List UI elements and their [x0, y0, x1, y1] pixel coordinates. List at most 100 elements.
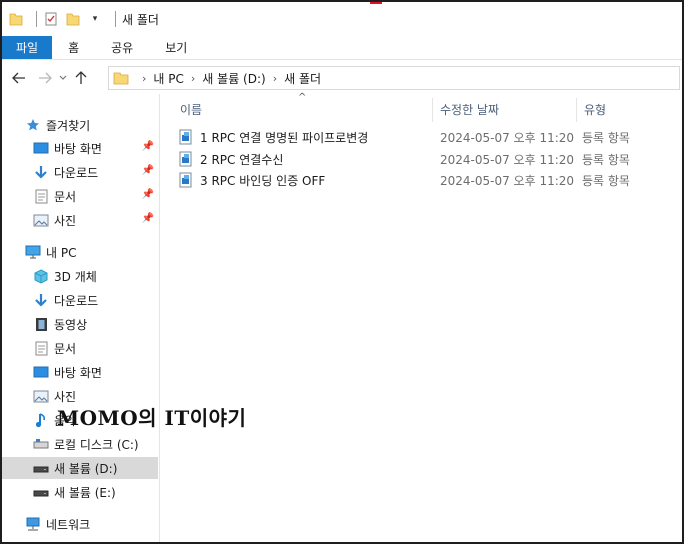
- folder-icon: [113, 71, 129, 85]
- file-row[interactable]: 1 RPC 연결 명명된 파이프로변경 2024-05-07 오후 11:20 …: [176, 127, 666, 148]
- column-divider[interactable]: [576, 98, 577, 122]
- forward-arrow-icon[interactable]: [34, 67, 56, 89]
- nav-local-disk-c[interactable]: 로컬 디스크 (C:): [2, 433, 158, 455]
- nav-quick-access[interactable]: 즐겨찾기: [2, 114, 158, 136]
- file-type: 등록 항목: [582, 174, 630, 188]
- nav-label: 사진: [54, 213, 77, 228]
- nav-label: 새 볼륨 (E:): [54, 485, 116, 500]
- breadcrumb-volume-d[interactable]: 새 볼륨 (D:): [202, 70, 265, 87]
- nav-label: 로컬 디스크 (C:): [54, 437, 139, 452]
- breadcrumb-this-pc[interactable]: 내 PC: [153, 70, 183, 87]
- navigation-pane: 즐겨찾기 바탕 화면 📌 다운로드 📌 문서 📌 사진 📌 내 PC 3D 개체…: [2, 94, 160, 542]
- nav-label: 바탕 화면: [54, 365, 102, 380]
- document-icon: [32, 188, 50, 204]
- title-separator-2: [115, 11, 116, 27]
- file-modified: 2024-05-07 오후 11:20: [440, 131, 575, 145]
- registry-file-icon: [178, 151, 194, 167]
- pictures-icon: [32, 212, 50, 228]
- pin-icon[interactable]: 📌: [142, 213, 154, 224]
- chevron-right-icon[interactable]: ›: [273, 72, 277, 85]
- nav-documents[interactable]: 문서: [2, 337, 158, 359]
- file-name: 2 RPC 연결수신: [200, 153, 284, 167]
- up-arrow-icon[interactable]: [70, 67, 92, 89]
- file-modified: 2024-05-07 오후 11:20: [440, 153, 575, 167]
- pin-icon[interactable]: 📌: [142, 189, 154, 200]
- recent-locations-icon[interactable]: [56, 67, 70, 89]
- column-header-modified[interactable]: 수정한 날짜: [440, 98, 576, 120]
- document-icon: [32, 340, 50, 356]
- tab-home[interactable]: 홈: [52, 36, 95, 59]
- nav-label: 3D 개체: [54, 269, 97, 284]
- breadcrumb-new-folder[interactable]: 새 폴더: [284, 70, 321, 87]
- file-modified: 2024-05-07 오후 11:20: [440, 174, 575, 188]
- nav-volume-e[interactable]: 새 볼륨 (E:): [2, 481, 158, 503]
- tab-share[interactable]: 공유: [95, 36, 149, 59]
- navigation-bar: › 내 PC › 새 볼륨 (D:) › 새 폴더: [2, 64, 682, 92]
- pin-icon[interactable]: 📌: [142, 141, 154, 152]
- music-note-icon: [32, 412, 50, 428]
- address-bar[interactable]: › 내 PC › 새 볼륨 (D:) › 새 폴더: [108, 66, 680, 90]
- nav-downloads[interactable]: 다운로드: [2, 289, 158, 311]
- tab-view[interactable]: 보기: [149, 36, 203, 59]
- registry-file-icon: [178, 129, 194, 145]
- title-bar: ▾ 새 폴더: [2, 2, 682, 36]
- chevron-right-icon[interactable]: ›: [191, 72, 195, 85]
- computer-icon: [24, 244, 42, 260]
- watermark-text: MOMO의 IT이야기: [57, 406, 247, 430]
- download-icon: [32, 292, 50, 308]
- title-separator: [36, 11, 37, 27]
- nav-label: 동영상: [54, 317, 88, 332]
- nav-label: 다운로드: [54, 165, 99, 180]
- chevron-right-icon[interactable]: ›: [142, 72, 146, 85]
- file-name: 3 RPC 바인딩 인증 OFF: [200, 174, 326, 188]
- file-row[interactable]: 2 RPC 연결수신 2024-05-07 오후 11:20 등록 항목: [176, 149, 666, 170]
- nav-this-pc-label: 내 PC: [46, 245, 77, 260]
- file-row[interactable]: 3 RPC 바인딩 인증 OFF 2024-05-07 오후 11:20 등록 …: [176, 170, 666, 191]
- column-divider[interactable]: [432, 98, 433, 122]
- file-list: ^ 이름 수정한 날짜 유형 1 RPC 연결 명명된 파이프로변경 2024-…: [162, 92, 682, 542]
- drive-icon: [32, 484, 50, 500]
- column-header-type[interactable]: 유형: [584, 98, 674, 120]
- nav-network[interactable]: 네트워크: [2, 513, 158, 535]
- nav-network-label: 네트워크: [46, 517, 91, 532]
- cube-icon: [32, 268, 50, 284]
- nav-label: 문서: [54, 341, 77, 356]
- tab-file[interactable]: 파일: [2, 36, 53, 59]
- nav-desktop[interactable]: 바탕 화면: [2, 361, 158, 383]
- nav-quick-pictures[interactable]: 사진 📌: [2, 209, 158, 231]
- star-icon: [24, 117, 42, 133]
- nav-volume-d[interactable]: 새 볼륨 (D:): [2, 457, 158, 479]
- nav-quick-access-label: 즐겨찾기: [46, 118, 91, 133]
- back-arrow-icon[interactable]: [8, 67, 30, 89]
- nav-quick-documents[interactable]: 문서 📌: [2, 185, 158, 207]
- registry-file-icon: [178, 172, 194, 188]
- nav-label: 다운로드: [54, 293, 99, 308]
- nav-videos[interactable]: 동영상: [2, 313, 158, 335]
- nav-3d-objects[interactable]: 3D 개체: [2, 265, 158, 287]
- quick-access-dropdown-icon[interactable]: ▾: [87, 11, 103, 27]
- folder-icon: [8, 11, 24, 27]
- file-type: 등록 항목: [582, 153, 630, 167]
- file-name: 1 RPC 연결 명명된 파이프로변경: [200, 131, 369, 145]
- download-icon: [32, 164, 50, 180]
- nav-quick-desktop[interactable]: 바탕 화면 📌: [2, 137, 158, 159]
- new-folder-icon[interactable]: [65, 11, 81, 27]
- pin-icon[interactable]: 📌: [142, 165, 154, 176]
- file-type: 등록 항목: [582, 131, 630, 145]
- properties-icon[interactable]: [43, 11, 59, 27]
- column-header-name[interactable]: 이름: [180, 98, 432, 120]
- explorer-window: ▾ 새 폴더 파일 홈 공유 보기 › 내 PC › 새 볼륨 (D:) › 새…: [0, 0, 684, 544]
- window-title: 새 폴더: [122, 12, 159, 27]
- pictures-icon: [32, 388, 50, 404]
- desktop-icon: [32, 364, 50, 380]
- nav-label: 문서: [54, 189, 77, 204]
- desktop-icon: [32, 140, 50, 156]
- nav-label: 바탕 화면: [54, 141, 102, 156]
- ribbon-tabs: 파일 홈 공유 보기: [2, 36, 682, 60]
- close-button-edge[interactable]: [370, 2, 382, 4]
- nav-this-pc[interactable]: 내 PC: [2, 241, 158, 263]
- nav-label: 새 볼륨 (D:): [54, 461, 118, 476]
- network-icon: [24, 516, 42, 532]
- drive-icon: [32, 460, 50, 476]
- nav-quick-downloads[interactable]: 다운로드 📌: [2, 161, 158, 183]
